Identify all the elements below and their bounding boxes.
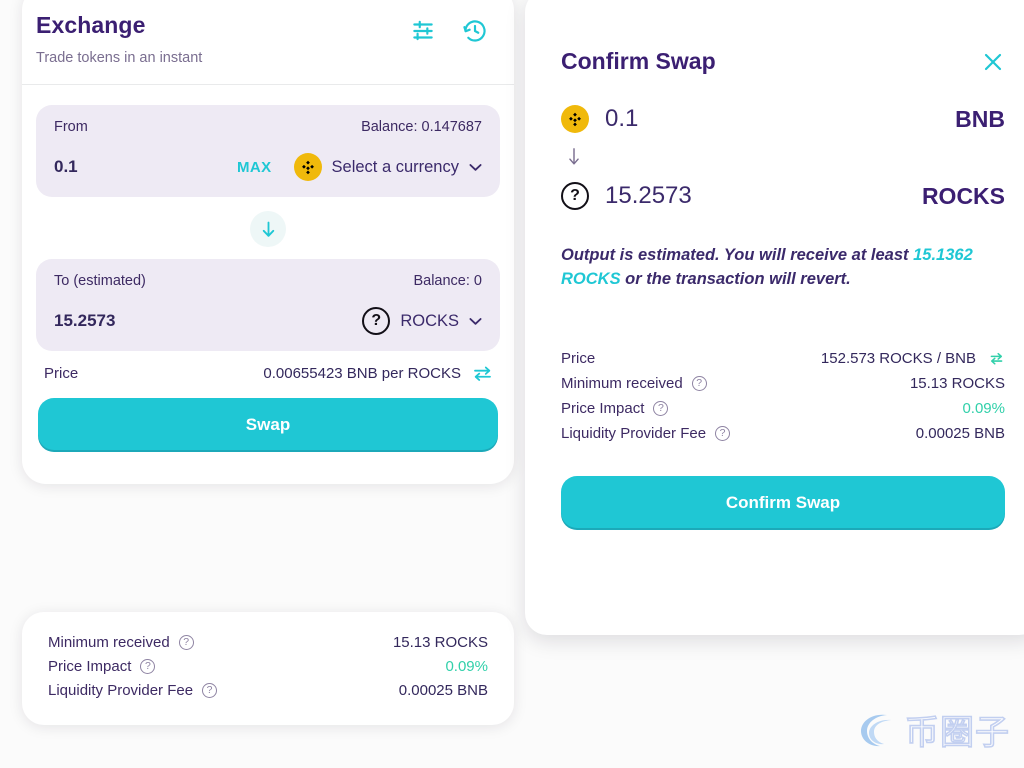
modal-detail-row-price: Price 152.573 ROCKS / BNB (561, 350, 1005, 367)
detail-row-price-impact: Price Impact ? 0.09% (48, 658, 488, 675)
modal-to-row: ? 15.2573 ROCKS (561, 182, 1005, 210)
detail-label: Minimum received (48, 634, 170, 651)
modal-from-symbol: BNB (955, 105, 1005, 132)
switch-direction-wrap (36, 197, 500, 259)
modal-detail-row-price-impact: Price Impact ? 0.09% (561, 400, 1005, 417)
note-prefix: Output is estimated. You will receive at… (561, 246, 914, 264)
confirm-swap-button[interactable]: Confirm Swap (561, 475, 1005, 530)
modal-from-amount: 0.1 (605, 105, 639, 132)
history-clock-icon[interactable] (462, 18, 488, 44)
price-value: 0.00655423 BNB per ROCKS (263, 365, 461, 382)
detail-value: 15.13 ROCKS (392, 634, 488, 651)
watermark: 币圈子 (857, 705, 1010, 754)
to-amount-input[interactable]: 15.2573 (54, 311, 115, 331)
switch-tokens-button[interactable] (250, 211, 286, 247)
price-row: Price 0.00655423 BNB per ROCKS (36, 351, 500, 398)
watermark-text: 币圈子 (904, 712, 1010, 754)
arrow-down-icon (262, 221, 274, 237)
note-suffix: or the transaction will revert. (620, 269, 851, 288)
to-currency-label: ROCKS (400, 311, 459, 330)
detail-row-liquidity-provider-fee: Liquidity Provider Fee ? 0.00025 BNB (48, 682, 488, 699)
confirm-button-wrap: Confirm Swap (561, 475, 1005, 530)
detail-label: Liquidity Provider Fee (561, 424, 707, 442)
close-icon[interactable] (981, 50, 1005, 74)
page-title: Exchange (36, 12, 146, 38)
to-currency-selector[interactable]: ? ROCKS (362, 307, 482, 335)
from-amount-input[interactable]: 0.1 (54, 157, 78, 177)
detail-label: Liquidity Provider Fee (48, 682, 194, 699)
help-icon[interactable]: ? (653, 400, 669, 416)
modal-to-amount: 15.2573 (605, 182, 692, 209)
modal-detail-row-liquidity-provider-fee: Liquidity Provider Fee ? 0.00025 BNB (561, 425, 1005, 442)
refresh-price-icon[interactable] (988, 351, 1005, 366)
max-button[interactable]: MAX (237, 159, 272, 176)
swap-details-card: Minimum received ? 15.13 ROCKS Price Imp… (22, 612, 514, 725)
from-currency-label: Select a currency (331, 157, 459, 176)
modal-to-symbol: ROCKS (921, 182, 1005, 209)
modal-detail-row-minimum-received: Minimum received ? 15.13 ROCKS (561, 375, 1005, 392)
to-balance: Balance: 0 (413, 273, 482, 289)
from-panel: From Balance: 0.147687 0.1 MAX Select a … (36, 105, 500, 197)
confirm-swap-modal: Confirm Swap 0.1 BNB ? 15.2573 ROCKS Out… (525, 0, 1024, 635)
unknown-token-icon: ? (561, 182, 589, 210)
bnb-token-icon (561, 105, 589, 133)
to-panel: To (estimated) Balance: 0 15.2573 ? ROCK… (36, 259, 500, 351)
exchange-card: Exchange Trade tokens in an instant From… (22, 0, 514, 484)
to-label: To (estimated) (54, 273, 146, 289)
swap-button-wrap: Swap (36, 398, 500, 474)
help-icon[interactable]: ? (202, 683, 218, 698)
help-icon[interactable]: ? (691, 375, 707, 391)
unknown-token-icon: ? (362, 307, 391, 335)
chevron-down-icon (469, 163, 482, 171)
detail-row-minimum-received: Minimum received ? 15.13 ROCKS (48, 634, 488, 651)
detail-label: Minimum received (561, 374, 683, 392)
detail-label: Price Impact (48, 658, 132, 675)
detail-value: 0.00025 BNB (398, 682, 488, 699)
circle-logo-icon (861, 714, 891, 746)
modal-details: Price 152.573 ROCKS / BNB Minimum receiv… (561, 350, 1005, 442)
app-page: Exchange Trade tokens in an instant From… (0, 0, 1024, 768)
detail-value: 0.09% (445, 658, 488, 675)
detail-value: 0.00025 BNB (915, 424, 1005, 442)
swap-button[interactable]: Swap (38, 398, 498, 452)
from-balance: Balance: 0.147687 (361, 119, 482, 135)
modal-title: Confirm Swap (561, 48, 716, 74)
swap-direction-icon[interactable] (473, 366, 492, 381)
chevron-down-icon (469, 317, 482, 325)
exchange-body: From Balance: 0.147687 0.1 MAX Select a … (22, 85, 514, 484)
detail-value: 15.13 ROCKS (909, 374, 1005, 392)
bnb-token-icon (293, 153, 322, 181)
modal-header: Confirm Swap (561, 0, 1005, 105)
from-label: From (54, 119, 88, 135)
help-icon[interactable]: ? (140, 659, 156, 674)
help-icon[interactable]: ? (178, 635, 194, 650)
detail-value: 0.09% (962, 399, 1005, 417)
detail-label: Price Impact (561, 399, 645, 417)
modal-from-row: 0.1 BNB (561, 105, 1005, 133)
estimate-note: Output is estimated. You will receive at… (561, 244, 1005, 292)
page-subtitle: Trade tokens in an instant (36, 50, 203, 66)
exchange-header: Exchange Trade tokens in an instant (22, 0, 514, 85)
price-label: Price (44, 365, 79, 382)
help-icon[interactable]: ? (715, 425, 731, 441)
arrow-down-icon (561, 133, 583, 182)
from-currency-selector[interactable]: Select a currency (293, 153, 482, 181)
detail-value: 152.573 ROCKS / BNB (820, 349, 976, 367)
settings-sliders-icon[interactable] (410, 18, 436, 44)
detail-label: Price (561, 349, 596, 367)
